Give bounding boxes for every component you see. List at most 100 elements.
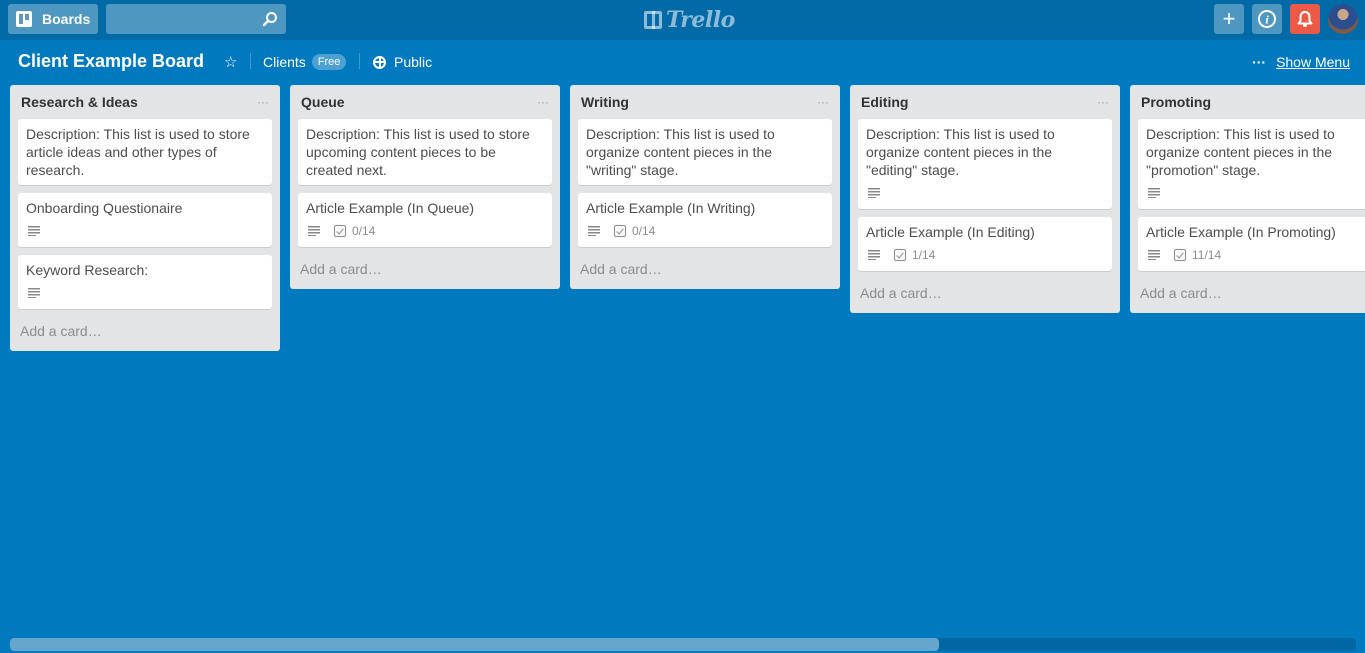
boards-icon (16, 11, 32, 27)
checklist-badge: 0/14 (614, 222, 655, 240)
card[interactable]: Article Example (In Promoting) 11/14 (1138, 217, 1365, 271)
trello-logo[interactable]: Trello (644, 7, 735, 33)
card[interactable]: Description: This list is used to store … (18, 119, 272, 185)
card[interactable]: Article Example (In Editing) 1/14 (858, 217, 1112, 271)
description-icon (588, 226, 600, 236)
checkbox-icon (334, 225, 346, 237)
info-icon: i (1258, 10, 1276, 28)
card-title: Article Example (In Editing) (866, 224, 1035, 240)
card-title: Description: This list is used to organi… (1146, 126, 1335, 178)
add-card-button[interactable]: Add a card… (578, 255, 832, 281)
list: Editing ··· Description: This list is used… (850, 85, 1120, 313)
list-header: Promoting (1138, 85, 1365, 119)
card[interactable]: Description: This list is used to store … (298, 119, 552, 185)
description-icon (308, 226, 320, 236)
show-menu-button[interactable]: ··· Show Menu (1252, 54, 1350, 70)
list-menu-icon[interactable]: ··· (1097, 95, 1109, 109)
checklist-count: 0/14 (632, 224, 656, 238)
description-icon (1148, 250, 1160, 260)
list-menu-icon[interactable]: ··· (817, 95, 829, 109)
checklist-badge: 1/14 (894, 246, 935, 264)
card[interactable]: Description: This list is used to organi… (578, 119, 832, 185)
card-title: Article Example (In Writing) (586, 200, 756, 216)
card[interactable]: Keyword Research: (18, 255, 272, 309)
list-header: Queue ··· (298, 85, 552, 119)
team-name: Clients (263, 54, 306, 70)
list: Writing ··· Description: This list is used… (570, 85, 840, 289)
card-badges: 1/14 (866, 245, 1104, 265)
card-title: Description: This list is used to store … (26, 126, 250, 178)
list-title[interactable]: Editing (861, 94, 908, 110)
divider (359, 53, 360, 69)
add-card-button[interactable]: Add a card… (298, 255, 552, 281)
list-title[interactable]: Writing (581, 94, 629, 110)
card-badges: 0/14 (306, 221, 544, 241)
checklist-count: 1/14 (912, 248, 936, 262)
list-header: Writing ··· (578, 85, 832, 119)
card-badges: 0/14 (586, 221, 824, 241)
list-title[interactable]: Promoting (1141, 94, 1211, 110)
list-menu-icon[interactable]: ··· (537, 95, 549, 109)
card[interactable]: Article Example (In Writing) 0/14 (578, 193, 832, 247)
svg-text:i: i (1265, 13, 1269, 27)
more-icon: ··· (1252, 54, 1267, 70)
checklist-badge: 0/14 (334, 222, 375, 240)
card-title: Onboarding Questionaire (26, 200, 183, 216)
list: Promoting Description: This list is used … (1130, 85, 1365, 313)
list: Queue ··· Description: This list is used t… (290, 85, 560, 289)
add-card-button[interactable]: Add a card… (1138, 279, 1365, 305)
scrollbar-thumb[interactable] (10, 638, 939, 651)
card[interactable]: Description: This list is used to organi… (858, 119, 1112, 209)
boards-button[interactable]: Boards (8, 4, 98, 34)
add-card-button[interactable]: Add a card… (858, 279, 1112, 305)
show-menu-label: Show Menu (1276, 54, 1350, 70)
card-title: Article Example (In Queue) (306, 200, 475, 216)
info-button[interactable]: i (1252, 4, 1282, 34)
add-button[interactable]: + (1214, 4, 1244, 34)
visibility-button[interactable]: Public (373, 54, 432, 70)
description-icon (28, 288, 40, 298)
trello-logo-icon (644, 11, 662, 29)
card-title: Keyword Research: (26, 262, 149, 278)
description-icon (868, 250, 880, 260)
checklist-badge: 11/14 (1174, 246, 1221, 264)
card-title: Description: This list is used to store … (306, 126, 530, 178)
logo-text: Trello (666, 7, 735, 33)
search-icon[interactable] (262, 11, 278, 27)
checklist-count: 11/14 (1192, 248, 1222, 262)
list-title[interactable]: Queue (301, 94, 345, 110)
card-title: Article Example (In Promoting) (1146, 224, 1336, 240)
add-card-button[interactable]: Add a card… (18, 317, 272, 343)
notifications-button[interactable] (1290, 4, 1320, 34)
card[interactable]: Article Example (In Queue) 0/14 (298, 193, 552, 247)
card-badges (26, 221, 264, 241)
card-title: Description: This list is used to organi… (866, 126, 1055, 178)
card-badges: 11/14 (1146, 245, 1365, 265)
checkbox-icon (1174, 249, 1186, 261)
card[interactable]: Onboarding Questionaire (18, 193, 272, 247)
divider (250, 53, 251, 69)
checkbox-icon (614, 225, 626, 237)
description-icon (868, 188, 880, 198)
horizontal-scrollbar[interactable] (10, 638, 1356, 651)
description-icon (1148, 188, 1160, 198)
list-menu-icon[interactable]: ··· (257, 95, 269, 109)
user-avatar[interactable] (1328, 4, 1358, 34)
card[interactable]: Description: This list is used to organi… (1138, 119, 1365, 209)
top-header: Boards Trello + i (0, 0, 1365, 40)
search-input[interactable] (106, 4, 286, 34)
list: Research & Ideas ··· Description: This lis… (10, 85, 280, 351)
list-title[interactable]: Research & Ideas (21, 94, 138, 110)
list-header: Editing ··· (858, 85, 1112, 119)
team-button[interactable]: Clients Free (263, 54, 347, 70)
bell-icon (1297, 11, 1313, 27)
list-header: Research & Ideas ··· (18, 85, 272, 119)
board-title[interactable]: Client Example Board (18, 51, 204, 72)
checkbox-icon (894, 249, 906, 261)
card-title: Description: This list is used to organi… (586, 126, 775, 178)
boards-label: Boards (42, 11, 91, 27)
card-badges (1146, 183, 1365, 203)
search-box[interactable] (106, 4, 286, 34)
star-icon[interactable]: ☆ (224, 53, 237, 71)
card-badges (866, 183, 1104, 203)
